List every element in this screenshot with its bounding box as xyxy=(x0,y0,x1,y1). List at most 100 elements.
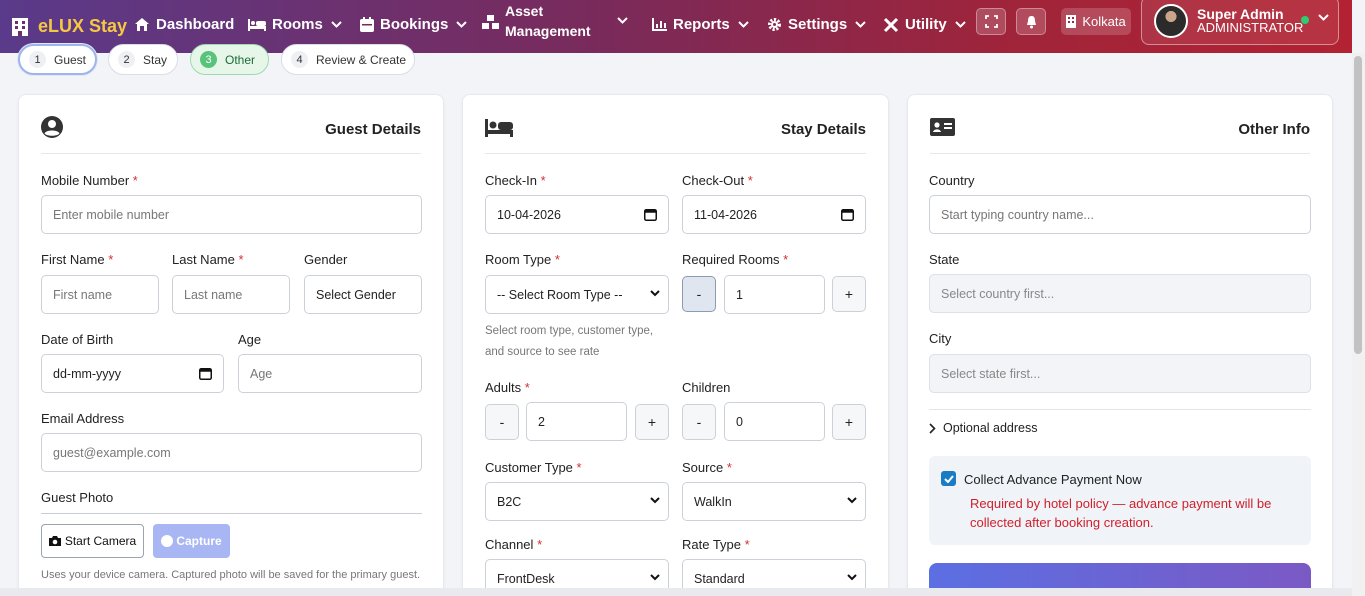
bed-icon xyxy=(248,19,266,31)
boxes-icon xyxy=(482,14,499,29)
adults-decrement-button[interactable]: - xyxy=(485,404,519,440)
checkin-label: Check-In * xyxy=(485,173,546,188)
last-name-input[interactable]: Last name xyxy=(172,275,290,314)
check-icon xyxy=(943,474,954,483)
calendar-icon[interactable] xyxy=(199,367,212,380)
nav-dashboard[interactable]: Dashboard xyxy=(134,16,234,33)
nav-rooms-label: Rooms xyxy=(272,16,323,33)
age-label: Age xyxy=(238,332,262,347)
dob-label: Date of Birth xyxy=(41,332,114,347)
avatar xyxy=(1154,3,1188,38)
rate-type-label: Rate Type * xyxy=(682,537,750,552)
chevron-down-icon xyxy=(650,574,660,581)
dob-input[interactable]: dd-mm-yyyy xyxy=(41,354,224,393)
card-header: Other Info xyxy=(930,95,1310,154)
gender-select[interactable]: Select Gender xyxy=(304,275,422,314)
source-label: Source * xyxy=(682,460,732,475)
email-input[interactable]: guest@example.com xyxy=(41,433,422,472)
step-other[interactable]: 3 Other xyxy=(190,44,269,75)
calendar-icon xyxy=(360,17,374,32)
rooms-increment-button[interactable]: + xyxy=(832,276,866,312)
bottom-strip xyxy=(0,588,1352,596)
nav-bookings[interactable]: Bookings xyxy=(360,16,473,33)
rooms-decrement-button[interactable]: - xyxy=(682,276,716,312)
online-status-dot xyxy=(1301,16,1309,24)
chart-icon xyxy=(652,18,667,31)
children-increment-button[interactable]: + xyxy=(832,404,866,440)
user-role: ADMINISTRATOR xyxy=(1197,19,1304,35)
brand[interactable]: eLUX Stay xyxy=(10,16,128,37)
customer-type-select[interactable]: B2C xyxy=(485,482,669,521)
chevron-down-icon xyxy=(331,21,342,28)
room-type-select[interactable]: -- Select Room Type -- xyxy=(485,275,669,314)
nav-rooms[interactable]: Rooms xyxy=(248,16,348,33)
mobile-input[interactable]: Enter mobile number xyxy=(41,195,422,234)
tools-icon xyxy=(883,17,899,32)
children-input[interactable]: 0 xyxy=(724,402,825,441)
card-title: Guest Details xyxy=(325,121,421,138)
optional-address-toggle[interactable]: Optional address xyxy=(929,421,1038,435)
scrollbar-thumb[interactable] xyxy=(1354,56,1362,354)
adults-input[interactable]: 2 xyxy=(526,402,627,441)
step-label: Guest xyxy=(54,52,87,67)
start-camera-button[interactable]: Start Camera xyxy=(41,524,144,558)
card-header: Guest Details xyxy=(41,95,421,154)
checkout-input[interactable]: 11-04-2026 xyxy=(682,195,866,234)
required-rooms-input[interactable]: 1 xyxy=(724,275,825,314)
nav-utility[interactable]: Utility xyxy=(883,16,972,33)
location-button[interactable]: Kolkata xyxy=(1061,8,1131,35)
children-decrement-button[interactable]: - xyxy=(682,404,716,440)
chevron-right-icon xyxy=(929,422,936,434)
country-label: Country xyxy=(929,173,975,188)
first-name-input[interactable]: First name xyxy=(41,275,159,314)
mobile-label: Mobile Number * xyxy=(41,173,138,188)
step-number: 2 xyxy=(118,51,135,68)
step-stay[interactable]: 2 Stay xyxy=(108,44,178,75)
advance-payment-note: Required by hotel policy — advance payme… xyxy=(970,496,1272,530)
adults-increment-button[interactable]: + xyxy=(635,404,669,440)
hotel-building-icon xyxy=(12,17,28,36)
checkin-input[interactable]: 10-04-2026 xyxy=(485,195,669,234)
step-label: Other xyxy=(225,52,256,67)
nav-asset-label: Asset Management xyxy=(505,3,591,39)
nav-asset-management[interactable]: Asset Management xyxy=(482,1,605,41)
nav-utility-label: Utility xyxy=(905,16,947,33)
nav-settings[interactable]: Settings xyxy=(767,16,872,33)
capture-button[interactable]: Capture xyxy=(153,524,230,558)
photo-hint: Uses your device camera. Captured photo … xyxy=(41,569,421,581)
start-camera-label: Start Camera xyxy=(64,534,137,548)
city-input[interactable]: Select state first... xyxy=(929,354,1311,393)
advance-payment-checkbox[interactable] xyxy=(941,471,956,486)
step-number: 1 xyxy=(29,51,46,68)
last-name-label: Last Name * xyxy=(172,252,244,267)
page-scrollbar[interactable] xyxy=(1352,53,1365,596)
circle-icon xyxy=(161,535,174,547)
chevron-down-icon xyxy=(456,21,468,28)
required-rooms-label: Required Rooms * xyxy=(682,252,789,267)
user-menu[interactable]: Super Admin ADMINISTRATOR xyxy=(1141,0,1339,45)
card-header: Stay Details xyxy=(485,95,866,154)
fullscreen-button[interactable] xyxy=(976,8,1006,35)
notifications-button[interactable] xyxy=(1016,8,1046,35)
nav-dashboard-label: Dashboard xyxy=(156,16,235,33)
age-input[interactable]: Age xyxy=(238,354,422,393)
city-label: City xyxy=(929,331,952,346)
step-number: 4 xyxy=(291,51,308,68)
step-guest[interactable]: 1 Guest xyxy=(18,44,97,75)
nav-reports[interactable]: Reports xyxy=(652,16,755,33)
first-name-label: First Name * xyxy=(41,252,114,267)
country-input[interactable]: Start typing country name... xyxy=(929,195,1311,234)
state-input[interactable]: Select country first... xyxy=(929,274,1311,313)
calendar-icon[interactable] xyxy=(644,208,657,221)
gender-label: Gender xyxy=(304,252,348,267)
nav-reports-label: Reports xyxy=(673,16,730,33)
channel-label: Channel * xyxy=(485,537,543,552)
step-review-create[interactable]: 4 Review & Create xyxy=(281,44,415,75)
state-label: State xyxy=(929,252,960,267)
nav-settings-label: Settings xyxy=(788,16,848,33)
id-card-icon xyxy=(930,118,955,136)
source-select[interactable]: WalkIn xyxy=(682,482,866,521)
capture-label: Capture xyxy=(176,534,222,548)
calendar-icon[interactable] xyxy=(841,208,854,221)
gear-icon xyxy=(768,18,781,31)
